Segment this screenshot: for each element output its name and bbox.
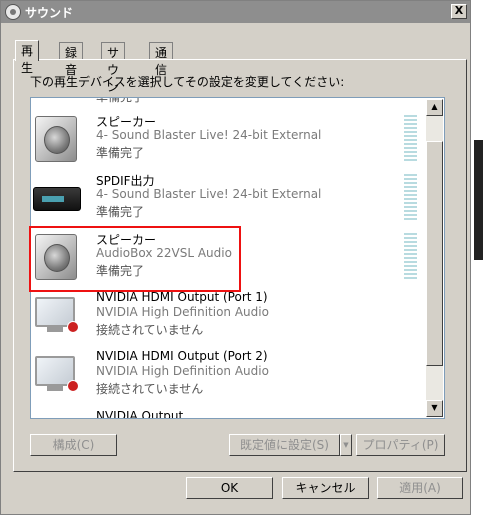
tab-communications[interactable]: 通信: [149, 42, 174, 77]
properties-button[interactable]: プロパティ(P): [356, 434, 445, 456]
device-status: 接続されていません: [96, 323, 204, 337]
device-detail: 4- Sound Blaster Live! 24-bit External: [96, 128, 322, 142]
scroll-up-button[interactable]: ▲: [426, 99, 443, 116]
list-item[interactable]: スピーカー 4- Sound Blaster Live! 24-bit Exte…: [31, 110, 427, 168]
list-item[interactable]: NVIDIA HDMI Output (Port 2) NVIDIA High …: [31, 346, 427, 404]
close-button[interactable]: X: [451, 4, 467, 19]
list-scrollbar[interactable]: ▲ ▼: [426, 99, 443, 417]
ok-button[interactable]: OK: [186, 477, 273, 499]
device-status: 接続されていません: [96, 382, 204, 396]
sound-app-icon: [5, 4, 21, 20]
apply-button[interactable]: 適用(A): [377, 477, 463, 499]
list-item[interactable]: SPDIF出力 4- Sound Blaster Live! 24-bit Ex…: [31, 169, 427, 227]
device-status: 準備完了: [96, 97, 145, 104]
device-name: NVIDIA HDMI Output (Port 1): [96, 290, 268, 304]
spdif-device-icon: [33, 187, 81, 211]
scroll-thumb[interactable]: [426, 141, 443, 366]
tab-sounds[interactable]: サウンド: [101, 42, 126, 111]
list-item-partial-top[interactable]: 準備完了: [31, 97, 427, 104]
tab-recording[interactable]: 録音: [59, 42, 84, 77]
scroll-down-button[interactable]: ▼: [426, 400, 443, 417]
volume-meter: [404, 174, 417, 222]
monitor-stand-icon: [47, 327, 63, 332]
speaker-icon: [35, 116, 77, 162]
device-detail: NVIDIA High Definition Audio: [96, 364, 269, 378]
background-window-edge: [474, 140, 483, 260]
volume-meter: [404, 115, 417, 163]
set-default-button[interactable]: 既定値に設定(S): [229, 434, 340, 456]
cancel-button[interactable]: キャンセル: [282, 477, 369, 499]
instruction-text: 下の再生デバイスを選択してその設定を変更してください:: [30, 75, 345, 89]
monitor-stand-icon: [47, 386, 63, 391]
tab-playback[interactable]: 再生: [15, 40, 40, 75]
set-default-dropdown-arrow[interactable]: ▼: [340, 434, 352, 456]
disconnected-icon: [67, 380, 79, 392]
device-name: NVIDIA Output: [96, 409, 184, 419]
device-status: 準備完了: [96, 205, 145, 219]
list-item[interactable]: NVIDIA HDMI Output (Port 1) NVIDIA High …: [31, 287, 427, 345]
disconnected-icon: [67, 321, 79, 333]
title-bar[interactable]: サウンド X: [1, 1, 470, 23]
device-detail: NVIDIA High Definition Audio: [96, 305, 269, 319]
configure-button[interactable]: 構成(C): [30, 434, 117, 456]
volume-meter: [404, 233, 417, 281]
device-name: NVIDIA HDMI Output (Port 2): [96, 349, 268, 363]
device-status: 準備完了: [96, 146, 145, 160]
list-item-partial-bottom[interactable]: NVIDIA Output: [31, 408, 427, 419]
selection-highlight-box: [29, 226, 241, 292]
device-detail: 4- Sound Blaster Live! 24-bit External: [96, 187, 322, 201]
window-title: サウンド: [25, 6, 74, 20]
